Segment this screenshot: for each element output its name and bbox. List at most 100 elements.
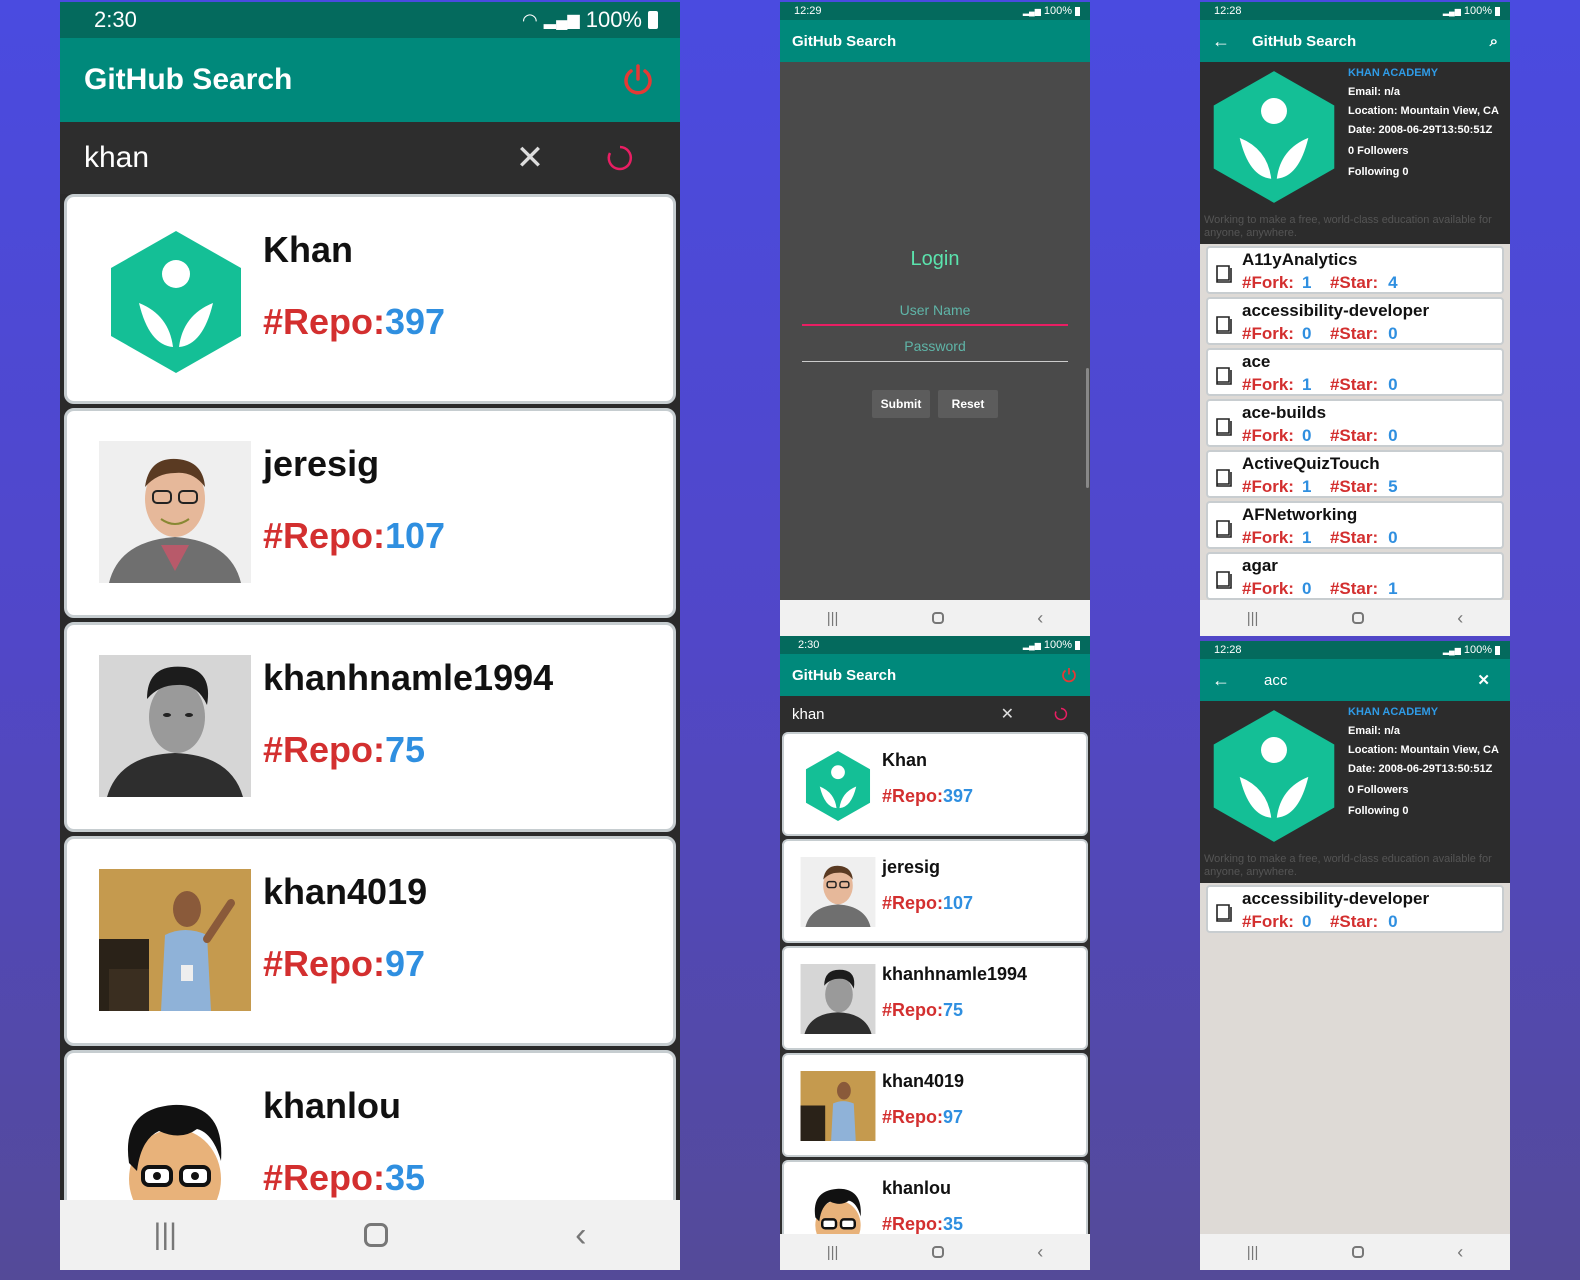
- avatar: [800, 964, 876, 1034]
- profile-header: KHAN ACADEMY Email: n/a Location: Mounta…: [1200, 62, 1510, 244]
- app-bar: ← GitHub Search ⌕: [1200, 20, 1510, 62]
- system-nav-bar: ||| ‹: [780, 600, 1090, 636]
- repo-card[interactable]: agar #Fork: 0 #Star: 1: [1206, 552, 1504, 600]
- repo-card[interactable]: A11yAnalytics #Fork: 1 #Star: 4: [1206, 246, 1504, 294]
- recent-apps-icon[interactable]: |||: [1247, 1244, 1259, 1261]
- back-icon[interactable]: ‹: [1457, 608, 1463, 629]
- user-card[interactable]: Khan #Repo:397: [64, 194, 676, 404]
- user-name: jeresig: [882, 857, 941, 877]
- back-icon[interactable]: ‹: [1457, 1242, 1463, 1263]
- repo-stats: #Fork: 1 #Star: 4: [1242, 273, 1398, 292]
- status-time: 12:28: [1214, 644, 1242, 656]
- profile-date: Date: 2008-06-29T13:50:51Z: [1348, 763, 1493, 775]
- user-list: Khan #Repo:397 jeresig #Repo:107 khanhna…: [60, 194, 680, 1200]
- repo-card[interactable]: ace-builds #Fork: 0 #Star: 0: [1206, 399, 1504, 447]
- user-card[interactable]: khanlou #Repo:35: [782, 1160, 1088, 1234]
- signal-icon: ▂▄▆: [1442, 645, 1461, 655]
- repo-count: #Repo:397: [263, 301, 446, 342]
- home-icon[interactable]: [931, 612, 944, 624]
- phone-login: 12:29 ▂▄▆ 100% GitHub Search Login User N…: [780, 2, 1090, 636]
- phone-search-results-large: 2:30 ◠ ▂▄▆ 100% GitHub Search khan ✕ Kha…: [60, 2, 680, 1270]
- repo-name: agar: [1242, 556, 1278, 575]
- status-time: 2:30: [94, 7, 137, 32]
- status-time: 2:30: [798, 639, 820, 651]
- back-arrow-icon[interactable]: ←: [1212, 670, 1264, 691]
- user-name: khan4019: [263, 871, 428, 912]
- clear-icon[interactable]: ✕: [510, 138, 550, 178]
- repo-count: #Repo:107: [263, 515, 446, 556]
- system-nav-bar: ||| ‹: [1200, 600, 1510, 636]
- avatar: [99, 655, 251, 797]
- back-icon[interactable]: ‹: [575, 1216, 586, 1255]
- avatar: [800, 857, 876, 927]
- user-card[interactable]: khan4019 #Repo:97: [64, 836, 676, 1046]
- close-icon[interactable]: ✕: [1477, 671, 1498, 689]
- home-icon[interactable]: [931, 1246, 944, 1258]
- repo-name: ace: [1242, 352, 1271, 371]
- app-title: GitHub Search: [1252, 32, 1357, 50]
- status-time: 12:28: [1214, 5, 1242, 17]
- user-name: khan4019: [882, 1071, 965, 1091]
- user-card[interactable]: khan4019 #Repo:97: [782, 1053, 1088, 1157]
- repo-card[interactable]: ace #Fork: 1 #Star: 0: [1206, 348, 1504, 396]
- user-name: Khan: [882, 750, 927, 770]
- profile-following: Following 0: [1348, 805, 1409, 817]
- clear-icon[interactable]: ✕: [1001, 704, 1014, 724]
- user-card[interactable]: Khan #Repo:397: [782, 732, 1088, 836]
- reset-button[interactable]: Reset: [938, 390, 998, 418]
- password-field[interactable]: Password: [802, 338, 1068, 362]
- back-icon[interactable]: ‹: [1037, 1242, 1043, 1263]
- repo-card[interactable]: accessibility-developer #Fork: 0 #Star: 0: [1206, 297, 1504, 345]
- search-icon[interactable]: ⌕: [1490, 33, 1498, 50]
- book-icon: [1216, 265, 1232, 283]
- back-arrow-icon[interactable]: ←: [1212, 31, 1252, 52]
- recent-apps-icon[interactable]: |||: [154, 1218, 177, 1252]
- user-card[interactable]: khanhnamle1994 #Repo:75: [782, 946, 1088, 1050]
- repo-card[interactable]: AFNetworking #Fork: 1 #Star: 0: [1206, 501, 1504, 549]
- user-card[interactable]: khanlou #Repo:35: [64, 1050, 676, 1200]
- recent-apps-icon[interactable]: |||: [827, 1244, 839, 1261]
- home-icon[interactable]: [1351, 612, 1364, 624]
- signal-icon: ▂▄▆: [1022, 6, 1041, 16]
- search-input[interactable]: khan: [84, 141, 510, 175]
- app-title: GitHub Search: [792, 32, 897, 50]
- power-icon[interactable]: [1060, 666, 1078, 684]
- status-time: 12:29: [794, 5, 822, 17]
- profile-followers: 0 Followers: [1348, 145, 1409, 157]
- submit-button[interactable]: Submit: [872, 390, 930, 418]
- power-icon[interactable]: [620, 62, 656, 98]
- repo-stats: #Fork: 1 #Star: 0: [1242, 375, 1398, 394]
- repo-card[interactable]: accessibility-developer #Fork: 0 #Star: 0: [1206, 885, 1504, 933]
- battery-icon: [1495, 645, 1500, 655]
- battery-text: 100%: [585, 7, 642, 32]
- repo-stats: #Fork: 1 #Star: 5: [1242, 477, 1398, 496]
- profile-info: KHAN ACADEMY Email: n/a Location: Mounta…: [1348, 703, 1499, 821]
- repo-name: A11yAnalytics: [1242, 250, 1358, 269]
- system-nav-bar: ||| ‹: [1200, 1234, 1510, 1270]
- battery-icon: [1075, 6, 1080, 16]
- repo-card[interactable]: ActiveQuizTouch #Fork: 1 #Star: 5: [1206, 450, 1504, 498]
- app-bar: GitHub Search: [780, 654, 1090, 696]
- signal-icon: ▂▄▆: [543, 12, 580, 29]
- search-input[interactable]: khan: [792, 706, 1001, 723]
- home-icon[interactable]: [364, 1223, 389, 1247]
- book-icon: [1216, 469, 1232, 487]
- repo-count: #Repo:75: [263, 729, 426, 770]
- recent-apps-icon[interactable]: |||: [827, 610, 839, 627]
- repo-count: #Repo:35: [263, 1157, 426, 1198]
- book-icon: [1216, 520, 1232, 538]
- home-icon[interactable]: [1351, 1246, 1364, 1258]
- user-card[interactable]: jeresig #Repo:107: [64, 408, 676, 618]
- username-field[interactable]: User Name: [802, 302, 1068, 326]
- user-card[interactable]: jeresig #Repo:107: [782, 839, 1088, 943]
- search-input[interactable]: acc: [1264, 672, 1477, 689]
- profile-date: Date: 2008-06-29T13:50:51Z: [1348, 124, 1493, 136]
- khan-academy-logo: [1210, 707, 1338, 845]
- scrollbar[interactable]: [1086, 368, 1089, 488]
- recent-apps-icon[interactable]: |||: [1247, 610, 1259, 627]
- phone-search-results-small: 2:30 ▂▄▆ 100% GitHub Search khan ✕ Khan #…: [780, 636, 1090, 1270]
- user-card[interactable]: khanhnamle1994 #Repo:75: [64, 622, 676, 832]
- status-bar: 12:28 ▂▄▆ 100%: [1200, 641, 1510, 659]
- back-icon[interactable]: ‹: [1037, 608, 1043, 629]
- profile-email: Email: n/a: [1348, 86, 1400, 98]
